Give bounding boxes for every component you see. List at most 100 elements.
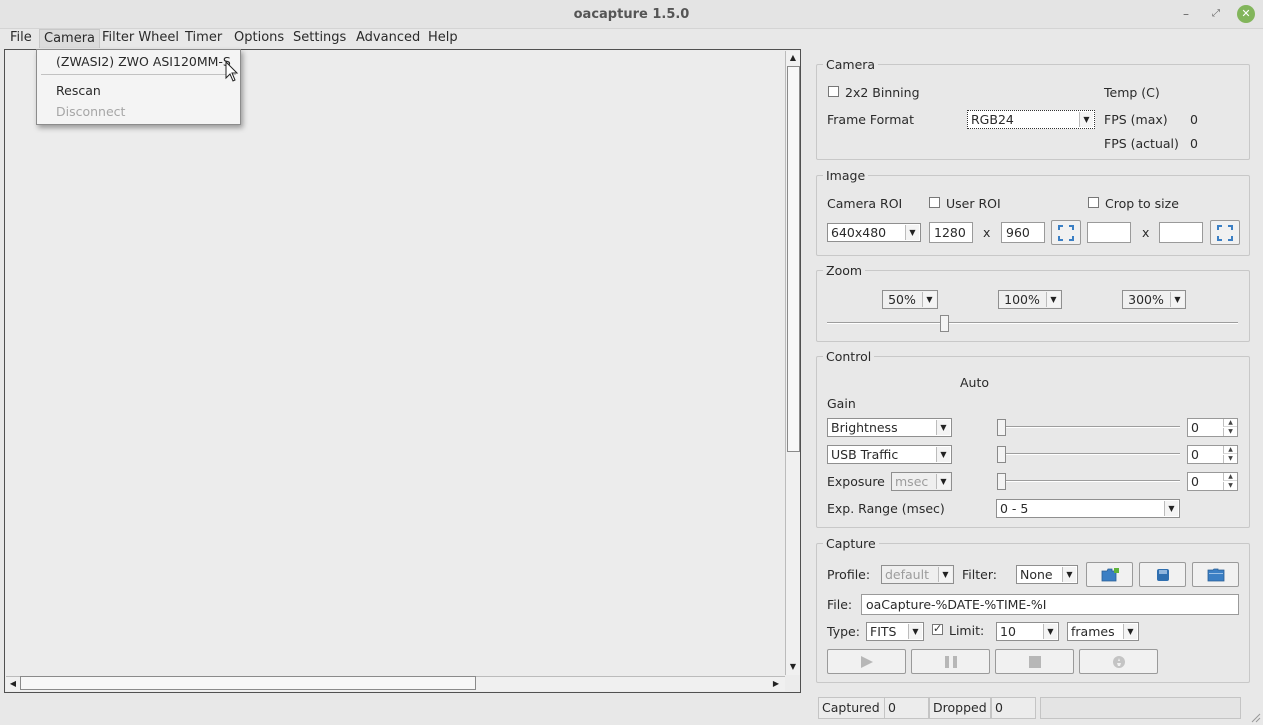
usb-traffic-slider-track[interactable] [997, 453, 1180, 455]
zoom-group: Zoom 50% ▼ 100% ▼ 300% ▼ [816, 263, 1250, 342]
menu-file[interactable]: File [6, 29, 36, 48]
binning-checkbox[interactable] [828, 86, 839, 97]
stop-capture-button[interactable] [995, 649, 1074, 674]
brightness-slider-track[interactable] [997, 426, 1180, 428]
captured-label: Captured [818, 697, 885, 719]
camera-dropdown-menu: (ZWASI2) ZWO ASI120MM-S Rescan Disconnec… [36, 49, 241, 125]
chevron-down-icon: ▼ [1170, 292, 1184, 307]
control-group: Control Auto Gain Brightness ▼ 0 ▲ ▼ USB Tr… [816, 349, 1250, 528]
camera-roi-label: Camera ROI [827, 196, 903, 211]
brightness-spinbox[interactable]: 0 ▲ ▼ [1187, 418, 1238, 437]
user-roi-checkbox[interactable] [929, 197, 940, 208]
close-icon[interactable]: ✕ [1237, 5, 1255, 23]
zoom-100-button[interactable]: 100% ▼ [998, 290, 1062, 309]
roi-select[interactable]: 640x480 ▼ [827, 223, 921, 242]
exposure-slider-track[interactable] [997, 480, 1180, 482]
spin-up-icon: ▲ [1223, 473, 1237, 481]
crop-checkbox[interactable] [1088, 197, 1099, 208]
spin-up-icon: ▲ [1223, 446, 1237, 454]
auto-label: Auto [960, 375, 990, 390]
limit-label: Limit: [949, 623, 985, 638]
limit-unit-select[interactable]: frames ▼ [1067, 622, 1139, 641]
limit-select[interactable]: 10 ▼ [996, 622, 1059, 641]
roi-fit-button[interactable] [1051, 220, 1081, 245]
fit-frame-icon [1217, 224, 1233, 241]
restore-icon[interactable]: ⤢ [1207, 5, 1225, 23]
zoom-slider-track[interactable] [827, 322, 1238, 324]
menu-bar: File Camera Filter Wheel Timer Options S… [0, 29, 1263, 48]
crop-x-label: x [1142, 225, 1150, 240]
save-icon [1156, 568, 1169, 581]
chevron-down-icon: ▼ [936, 474, 950, 489]
chevron-down-icon: ▼ [1164, 501, 1178, 516]
usb-traffic-slider-handle[interactable] [997, 446, 1006, 463]
menu-settings[interactable]: Settings [289, 29, 350, 48]
save-profile-button[interactable] [1139, 562, 1186, 587]
menu-options[interactable]: Options [230, 29, 288, 48]
pause-capture-button[interactable] [911, 649, 990, 674]
zoom-300-button[interactable]: 300% ▼ [1122, 290, 1186, 309]
brightness-slider-handle[interactable] [997, 419, 1006, 436]
menu-item-rescan[interactable]: Rescan [56, 83, 101, 98]
filter-label: Filter: [962, 567, 997, 582]
capture-group: Capture Profile: default ▼ Filter: None ▼ … [816, 536, 1250, 683]
exposure-slider-handle[interactable] [997, 473, 1006, 490]
control-select-brightness[interactable]: Brightness ▼ [827, 418, 952, 437]
play-icon [861, 656, 873, 668]
resize-grip-icon[interactable] [1250, 712, 1261, 723]
open-folder-button[interactable] [1192, 562, 1239, 587]
new-folder-button[interactable] [1086, 562, 1133, 587]
scroll-down-icon[interactable]: ▼ [786, 660, 800, 674]
control-select-usb-traffic[interactable]: USB Traffic ▼ [827, 445, 952, 464]
filter-select[interactable]: None ▼ [1016, 565, 1078, 584]
image-group-title: Image [823, 168, 869, 183]
chevron-down-icon: ▼ [905, 225, 919, 240]
type-label: Type: [827, 624, 860, 639]
exp-range-select[interactable]: 0 - 5 ▼ [996, 499, 1180, 518]
chevron-down-icon: ▼ [922, 292, 936, 307]
fit-frame-icon [1058, 224, 1074, 241]
capture-group-title: Capture [823, 536, 879, 551]
menu-item-camera-device[interactable]: (ZWASI2) ZWO ASI120MM-S [56, 54, 231, 69]
type-select[interactable]: FITS ▼ [866, 622, 924, 641]
start-capture-button[interactable] [827, 649, 906, 674]
scroll-up-icon[interactable]: ▲ [786, 51, 800, 65]
menu-advanced[interactable]: Advanced [352, 29, 424, 48]
limit-checkbox[interactable] [932, 622, 943, 635]
menu-help[interactable]: Help [424, 29, 462, 48]
profile-select: default ▼ [881, 565, 954, 584]
crop-fit-button[interactable] [1210, 220, 1240, 245]
roi-width-input[interactable]: 1280 [929, 222, 973, 243]
horizontal-scroll-thumb[interactable] [20, 676, 476, 690]
dropped-label: Dropped [929, 697, 991, 719]
crop-width-input[interactable] [1087, 222, 1131, 243]
chevron-down-icon: ▼ [1079, 112, 1093, 127]
usb-traffic-spinbox[interactable]: 0 ▲ ▼ [1187, 445, 1238, 464]
file-input[interactable]: oaCapture-%DATE-%TIME-%I [861, 594, 1239, 615]
user-roi-label: User ROI [946, 196, 1001, 211]
crop-height-input[interactable] [1159, 222, 1203, 243]
preview-area[interactable] [4, 49, 801, 693]
camera-group-title: Camera [823, 57, 879, 72]
roi-height-input[interactable]: 960 [1001, 222, 1045, 243]
menu-camera[interactable]: Camera [39, 29, 101, 48]
gain-label: Gain [827, 396, 856, 411]
scroll-left-icon[interactable]: ◀ [6, 677, 20, 691]
autorun-button[interactable] [1079, 649, 1158, 674]
frame-format-select[interactable]: RGB24 ▼ [967, 110, 1095, 129]
vertical-scroll-thumb[interactable] [787, 66, 800, 452]
exp-range-label: Exp. Range (msec) [827, 501, 945, 516]
chevron-down-icon: ▼ [908, 624, 922, 639]
window-title: oacapture 1.5.0 [573, 7, 690, 22]
menu-filter-wheel[interactable]: Filter Wheel [98, 29, 183, 48]
chevron-down-icon: ▼ [936, 420, 950, 435]
minimize-icon[interactable]: – [1177, 5, 1195, 23]
zoom-50-button[interactable]: 50% ▼ [882, 290, 938, 309]
captured-value: 0 [884, 697, 929, 719]
exposure-spinbox[interactable]: 0 ▲ ▼ [1187, 472, 1238, 491]
zoom-slider-handle[interactable] [939, 315, 949, 332]
scroll-right-icon[interactable]: ▶ [769, 677, 783, 691]
zoom-group-title: Zoom [823, 263, 866, 278]
chevron-down-icon: ▼ [938, 567, 952, 582]
menu-timer[interactable]: Timer [181, 29, 226, 48]
